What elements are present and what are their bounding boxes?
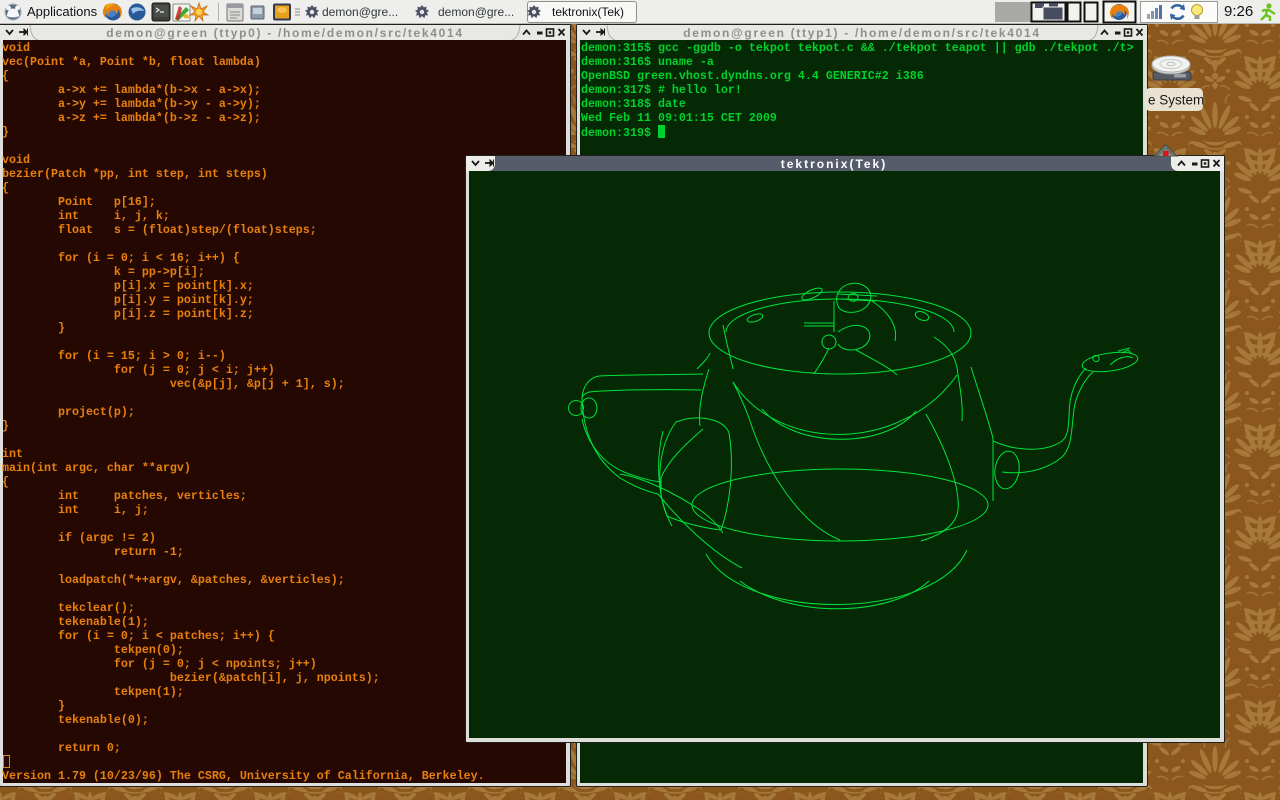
svg-text:e System: e System bbox=[1148, 93, 1204, 108]
